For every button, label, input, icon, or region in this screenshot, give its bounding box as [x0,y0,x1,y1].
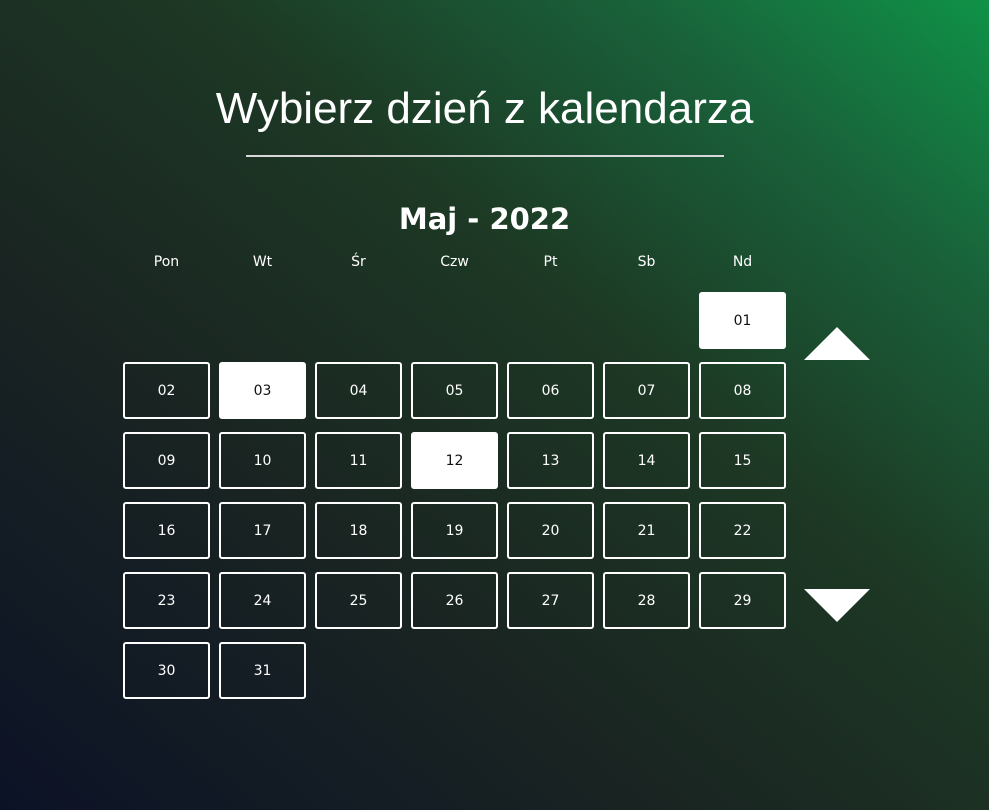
day-cell[interactable]: 13 [507,432,594,489]
day-cell[interactable]: 08 [699,362,786,419]
day-cell[interactable]: 30 [123,642,210,699]
weekday-label: Pt [543,254,558,270]
title-divider [246,155,724,157]
weekday-label: Nd [732,254,753,270]
day-cell[interactable]: 20 [507,502,594,559]
day-cell[interactable]: 24 [219,572,306,629]
weekday-label: Sb [637,254,656,270]
day-cell[interactable]: 12 [411,432,498,489]
day-cell[interactable]: 07 [603,362,690,419]
next-month-triangle-down-icon[interactable] [804,589,870,622]
day-cell[interactable]: 05 [411,362,498,419]
day-cell[interactable]: 06 [507,362,594,419]
day-cell[interactable]: 25 [315,572,402,629]
day-cell[interactable]: 01 [699,292,786,349]
weekday-label: Pon [153,254,180,270]
day-cell[interactable]: 15 [699,432,786,489]
weekday-label: Śr [351,254,366,270]
day-cell[interactable]: 27 [507,572,594,629]
day-cell[interactable]: 02 [123,362,210,419]
day-cell[interactable]: 19 [411,502,498,559]
day-cell[interactable]: 28 [603,572,690,629]
day-cell[interactable]: 11 [315,432,402,489]
previous-month-triangle-up-icon[interactable] [804,327,870,360]
day-cell[interactable]: 04 [315,362,402,419]
day-cell[interactable]: 09 [123,432,210,489]
day-cell[interactable]: 16 [123,502,210,559]
day-cell[interactable]: 26 [411,572,498,629]
day-cell[interactable]: 10 [219,432,306,489]
weekday-label: Wt [252,254,273,270]
day-cell[interactable]: 18 [315,502,402,559]
day-cell[interactable]: 29 [699,572,786,629]
day-cell[interactable]: 14 [603,432,690,489]
day-cell[interactable]: 31 [219,642,306,699]
day-cell[interactable]: 23 [123,572,210,629]
page-title: Wybierz dzień z kalendarza [215,84,754,133]
day-cell[interactable]: 17 [219,502,306,559]
day-cell[interactable]: 21 [603,502,690,559]
day-cell[interactable]: 22 [699,502,786,559]
weekday-label: Czw [440,254,469,270]
month-label: Maj - 2022 [398,202,571,236]
day-cell[interactable]: 03 [219,362,306,419]
